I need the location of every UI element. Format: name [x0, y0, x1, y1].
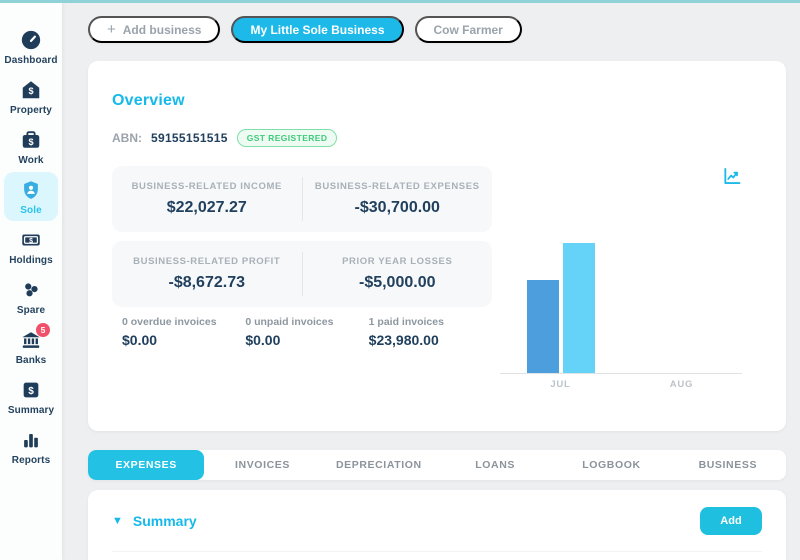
- tab-expenses[interactable]: EXPENSES: [88, 450, 205, 480]
- stat-card-profit-losses: BUSINESS-RELATED PROFIT -$8,672.73 PRIOR…: [112, 241, 492, 307]
- bar-group-aug: [621, 188, 742, 373]
- invoice-label: 0 overdue invoices: [122, 316, 217, 328]
- bar-expenses-jul: [562, 243, 595, 373]
- sidebar-item-property[interactable]: $ Property: [4, 72, 58, 121]
- paid-invoices: 1 paid invoices $23,980.00: [369, 316, 492, 348]
- stat-value: -$8,672.73: [168, 274, 245, 291]
- sidebar-item-spare[interactable]: Spare: [4, 272, 58, 321]
- stats-column: BUSINESS-RELATED INCOME $22,027.27 BUSIN…: [112, 166, 492, 390]
- abn-value: 59155151515: [151, 131, 228, 145]
- business-tab-cow-farmer[interactable]: Cow Farmer: [414, 16, 522, 43]
- main-content: + Add business My Little Sole Business C…: [62, 0, 800, 560]
- bar-income-jul: [526, 280, 559, 373]
- stat-label: BUSINESS-RELATED INCOME: [131, 181, 282, 192]
- sidebar-item-label: Reports: [11, 455, 51, 466]
- stat-business-related-profit: BUSINESS-RELATED PROFIT -$8,672.73: [112, 250, 302, 298]
- sidebar-item-label: Banks: [15, 355, 47, 366]
- sidebar-item-label: Dashboard: [4, 55, 58, 66]
- stat-label: BUSINESS-RELATED PROFIT: [133, 256, 281, 267]
- business-tab-my-little-sole-business[interactable]: My Little Sole Business: [231, 16, 404, 43]
- sidebar-item-dashboard[interactable]: Dashboard: [4, 22, 58, 71]
- summary-card: ▼ Summary Add ▶ Advertising & Marketing …: [88, 490, 786, 560]
- banknote-icon: $: [19, 228, 43, 252]
- invoice-value: $0.00: [245, 332, 281, 348]
- overview-card: Overview ABN: 59155151515 GST REGISTERED…: [88, 61, 786, 431]
- bar-chart-icon: [19, 428, 43, 452]
- invoice-value: $23,980.00: [368, 332, 439, 348]
- sidebar-item-label: Work: [18, 155, 44, 166]
- sidebar-item-holdings[interactable]: $ Holdings: [4, 222, 58, 271]
- bar-group-jul: [500, 188, 621, 373]
- overview-title: Overview: [112, 92, 185, 109]
- tab-logbook[interactable]: LOGBOOK: [553, 450, 669, 480]
- page-top-accent-line: [0, 0, 800, 3]
- sidebar-item-label: Sole: [20, 205, 42, 216]
- chart-plot: [500, 188, 742, 374]
- sidebar-item-work[interactable]: $ Work: [4, 122, 58, 171]
- tab-depreciation[interactable]: DEPRECIATION: [321, 450, 437, 480]
- invoice-value: $0.00: [122, 332, 158, 348]
- plus-icon: +: [107, 21, 116, 38]
- sidebar: Dashboard $ Property $ Work Sole $ Holdi…: [0, 0, 62, 560]
- svg-text:$: $: [28, 386, 34, 397]
- tab-loans[interactable]: LOANS: [437, 450, 553, 480]
- unpaid-invoices: 0 unpaid invoices $0.00: [245, 316, 368, 348]
- tab-invoices[interactable]: INVOICES: [204, 450, 320, 480]
- gauge-icon: [19, 28, 43, 52]
- income-expenses-chart: JUL AUG: [500, 166, 754, 390]
- svg-text:$: $: [28, 137, 33, 147]
- gst-registered-badge: GST REGISTERED: [236, 129, 338, 147]
- chart-category-label: AUG: [669, 379, 694, 390]
- chart-category-label: JUL: [550, 379, 571, 390]
- add-business-label: Add business: [122, 22, 202, 37]
- stat-business-related-income: BUSINESS-RELATED INCOME $22,027.27: [112, 175, 302, 223]
- stat-card-income-expenses: BUSINESS-RELATED INCOME $22,027.27 BUSIN…: [112, 166, 492, 232]
- invoice-label: 0 unpaid invoices: [245, 316, 334, 328]
- stat-business-related-expenses: BUSINESS-RELATED EXPENSES -$30,700.00: [303, 175, 493, 223]
- bank-icon: 5: [19, 323, 50, 352]
- abn-row: ABN: 59155151515 GST REGISTERED: [112, 129, 754, 147]
- expense-row-advertising-marketing[interactable]: ▶ Advertising & Marketing -$330.00: [112, 551, 762, 560]
- line-chart-toggle-icon[interactable]: [722, 166, 742, 186]
- overdue-invoices: 0 overdue invoices $0.00: [122, 316, 245, 348]
- business-switcher: + Add business My Little Sole Business C…: [88, 16, 786, 43]
- svg-text:$: $: [28, 86, 33, 96]
- invoice-label: 1 paid invoices: [368, 316, 444, 328]
- sidebar-item-label: Holdings: [9, 255, 53, 266]
- stat-label: PRIOR YEAR LOSSES: [342, 256, 453, 267]
- add-business-button[interactable]: + Add business: [88, 16, 221, 43]
- stat-value: -$30,700.00: [354, 199, 440, 216]
- invoices-summary-row: 0 overdue invoices $0.00 0 unpaid invoic…: [112, 316, 492, 348]
- house-dollar-icon: $: [19, 78, 43, 102]
- sidebar-item-summary[interactable]: $ Summary: [4, 372, 58, 421]
- sidebar-item-label: Summary: [7, 405, 55, 416]
- banks-notification-badge: 5: [36, 323, 50, 337]
- shield-person-icon: [19, 178, 43, 202]
- tab-business[interactable]: BUSINESS: [670, 450, 786, 480]
- sidebar-item-label: Spare: [16, 305, 46, 316]
- summary-title[interactable]: Summary: [133, 513, 197, 529]
- dollar-square-icon: $: [19, 378, 43, 402]
- sidebar-item-banks[interactable]: 5 Banks: [4, 322, 58, 371]
- svg-text:$: $: [29, 238, 33, 245]
- sidebar-item-sole[interactable]: Sole: [4, 172, 58, 221]
- section-tabs: EXPENSES INVOICES DEPRECIATION LOANS LOG…: [88, 450, 786, 480]
- add-expense-button[interactable]: Add: [700, 507, 762, 535]
- stat-prior-year-losses: PRIOR YEAR LOSSES -$5,000.00: [303, 250, 493, 298]
- abn-label: ABN:: [112, 131, 142, 145]
- stat-value: -$5,000.00: [358, 274, 436, 291]
- stat-label: BUSINESS-RELATED EXPENSES: [314, 181, 480, 192]
- sidebar-item-reports[interactable]: Reports: [4, 422, 58, 471]
- chart-labels: JUL AUG: [500, 379, 742, 390]
- sidebar-item-label: Property: [10, 105, 52, 116]
- cluster-icon: [19, 278, 43, 302]
- chevron-down-icon[interactable]: ▼: [112, 515, 123, 527]
- briefcase-dollar-icon: $: [19, 128, 43, 152]
- stat-value: $22,027.27: [166, 199, 247, 216]
